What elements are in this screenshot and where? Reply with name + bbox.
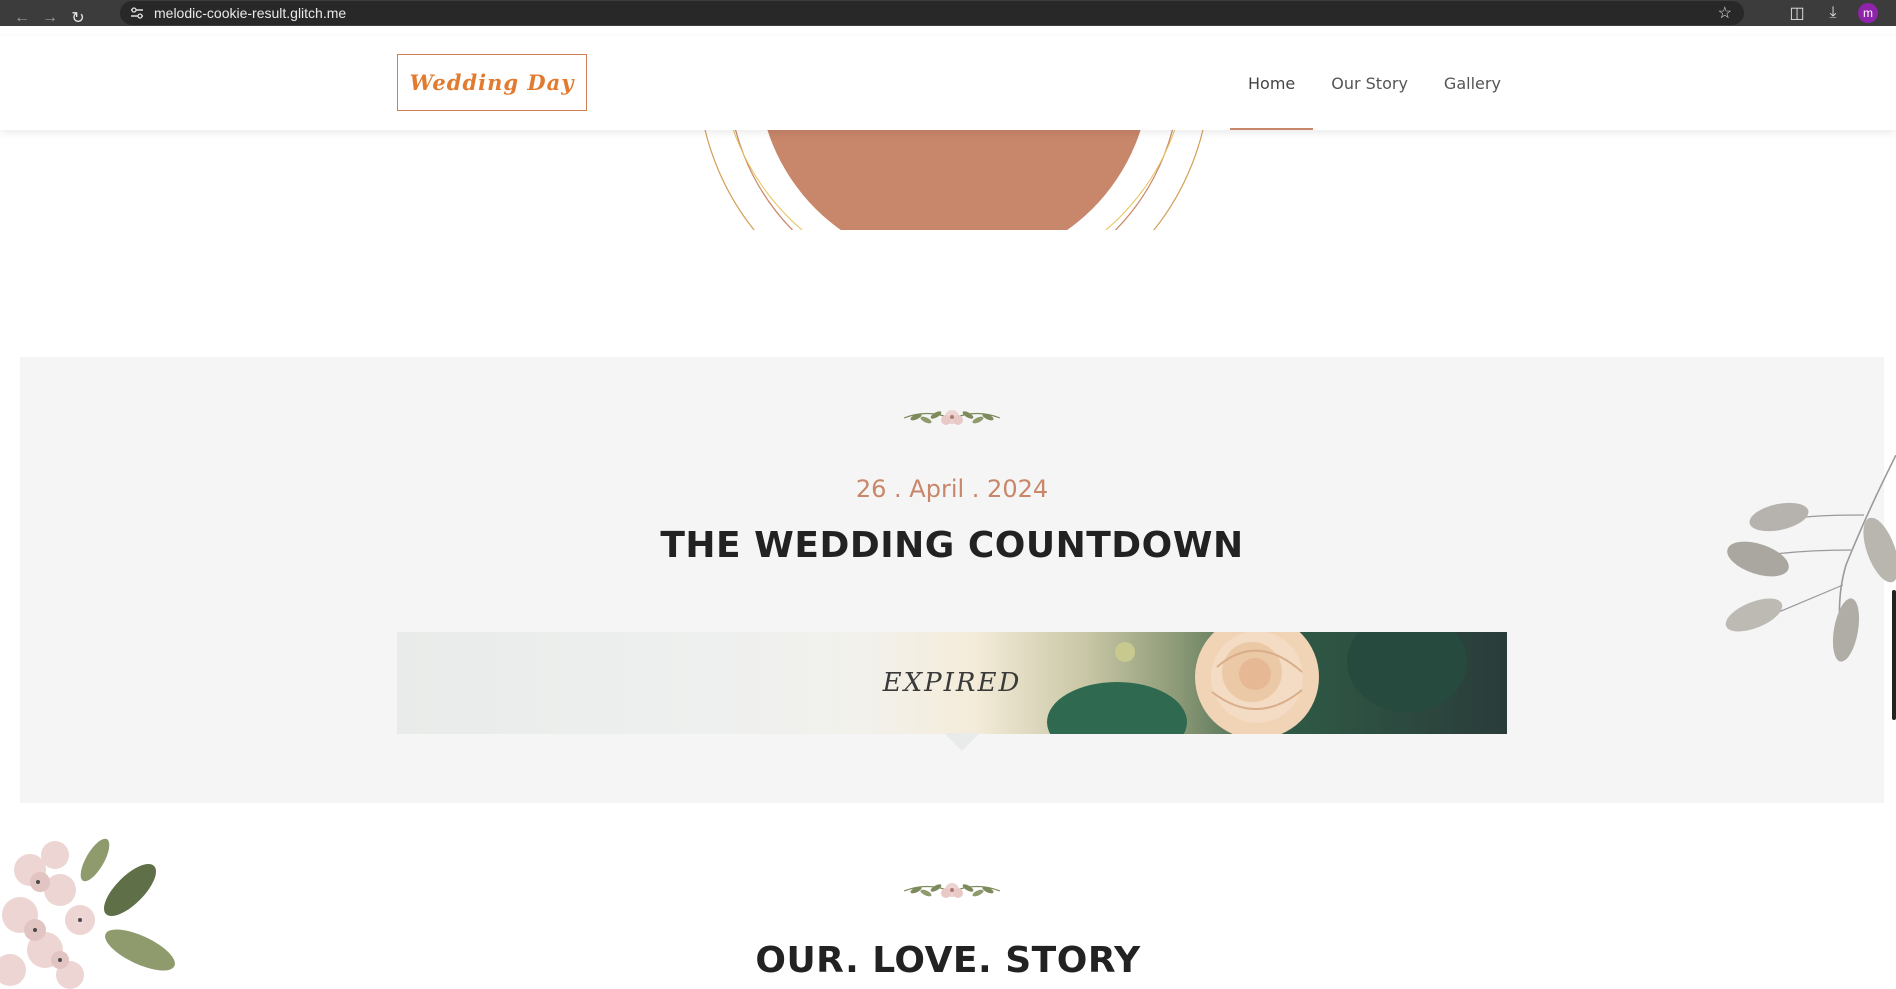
bookmark-star-icon[interactable]: ☆ [1718,3,1732,23]
site-header: Wedding Day Home Our Story Gallery [0,36,1896,130]
countdown-banner: EXPIRED [397,632,1507,734]
nav-item-home[interactable]: Home [1230,36,1314,130]
countdown-title: THE WEDDING COUNTDOWN [660,525,1244,566]
logo[interactable]: Wedding Day [397,54,587,111]
address-bar[interactable]: melodic-cookie-result.glitch.me ☆ [120,1,1744,25]
countdown-status: EXPIRED [882,668,1022,698]
leaf-branch-decoration [1725,455,1896,662]
main-nav: Home Our Story Gallery [1230,36,1519,130]
floral-ornament-icon [903,410,1001,425]
site-settings-icon[interactable] [124,1,150,25]
page-top-strip [0,26,1896,36]
hero-section [0,130,1896,230]
download-icon[interactable]: ⤓ [1822,4,1844,22]
story-title: OUR. LOVE. STORY [755,940,1141,981]
hero-circle-image [704,130,1204,230]
countdown-section: 26 . April . 2024 THE WEDDING COUNTDOWN … [20,357,1884,803]
scrollbar-thumb[interactable] [1892,590,1896,720]
url-text[interactable]: melodic-cookie-result.glitch.me [154,5,346,21]
nav-item-gallery[interactable]: Gallery [1426,36,1519,130]
profile-avatar[interactable]: m [1858,3,1878,23]
extensions-icon[interactable]: ◫ [1786,3,1808,23]
banner-pointer [944,733,980,751]
logo-text: Wedding Day [409,70,575,95]
nav-item-our-story[interactable]: Our Story [1313,36,1426,130]
floral-ornament-icon [903,883,1001,898]
wedding-date: 26 . April . 2024 [855,475,1049,503]
